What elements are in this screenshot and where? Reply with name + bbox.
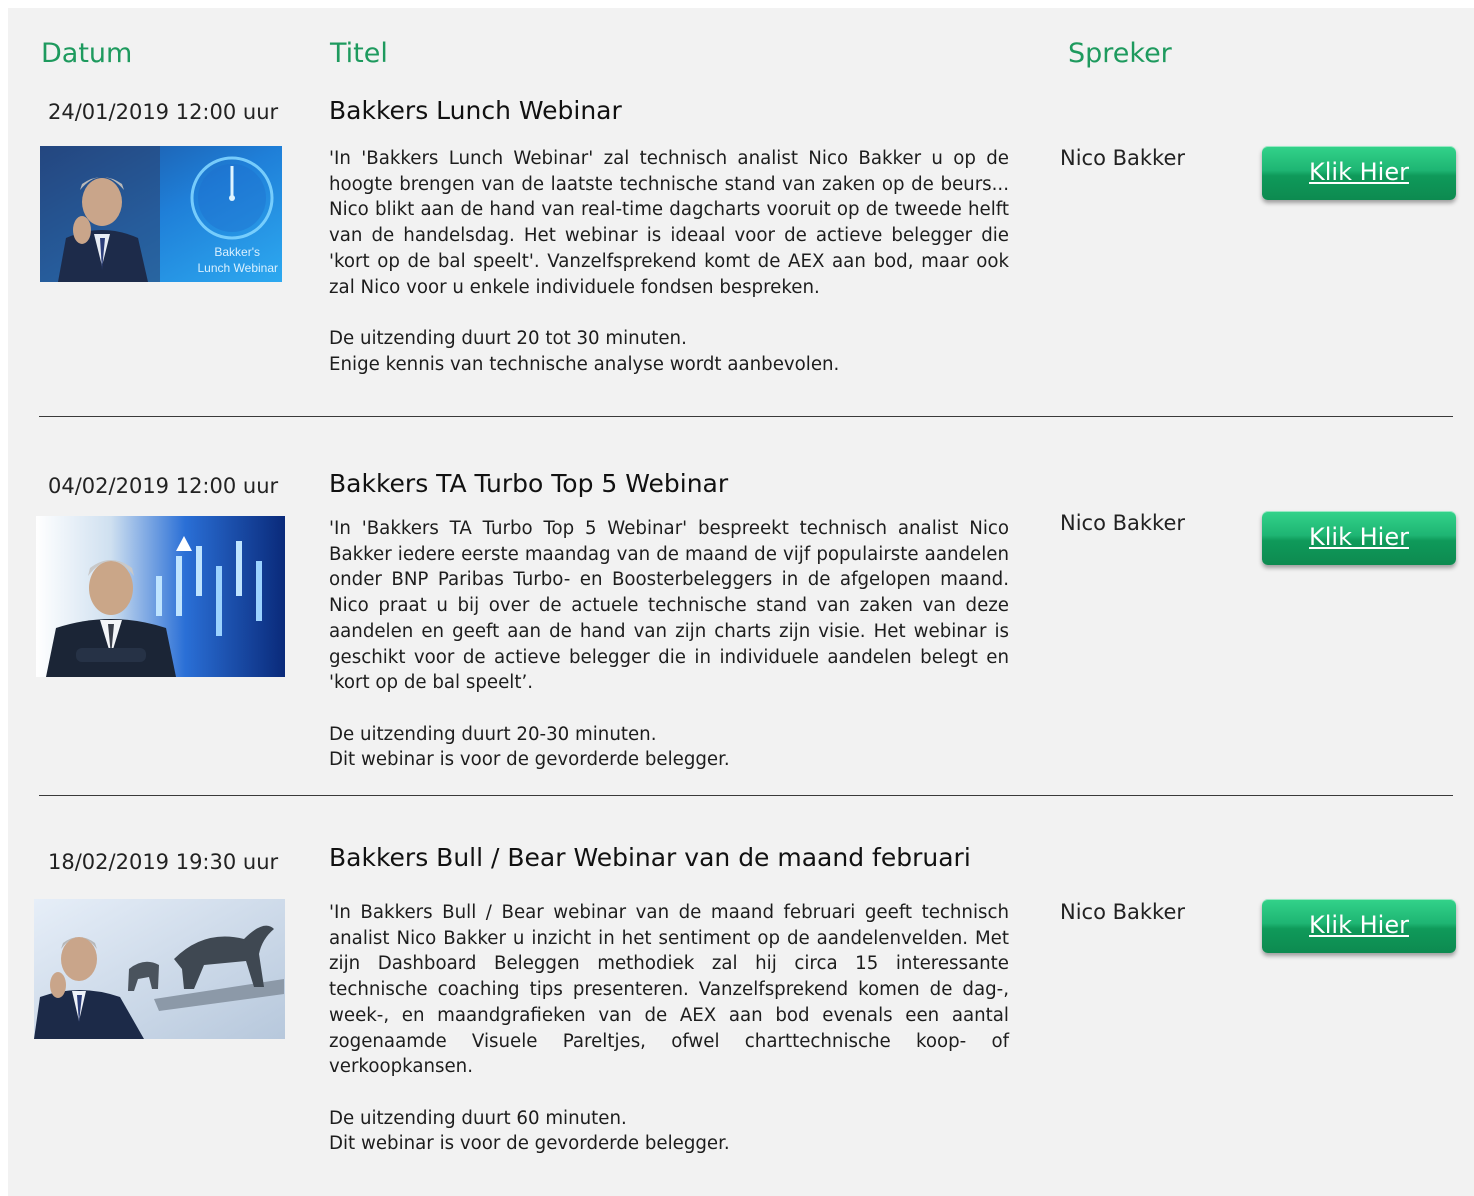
register-button[interactable]: Klik Hier — [1262, 899, 1456, 953]
webinar-level: Dit webinar is voor de gevorderde belegg… — [329, 1133, 730, 1155]
row-divider — [39, 795, 1453, 796]
register-button[interactable]: Klik Hier — [1262, 511, 1456, 565]
webinar-description-block: 'In 'Bakkers Lunch Webinar' zal technisc… — [329, 146, 1009, 377]
webinar-panel: Datum Titel Spreker 24/01/2019 12:00 uur… — [8, 8, 1474, 1196]
thumb-caption-line2: Lunch Webinar — [198, 261, 279, 275]
webinar-description: 'In Bakkers Bull / Bear webinar van de m… — [329, 902, 1009, 1078]
header-title: Titel — [330, 38, 388, 69]
webinar-speaker: Nico Bakker — [1060, 900, 1186, 924]
webinar-duration: De uitzending duurt 60 minuten. — [329, 1107, 627, 1129]
webinar-date: 18/02/2019 19:30 uur — [48, 850, 279, 874]
register-button[interactable]: Klik Hier — [1262, 146, 1456, 200]
header-date: Datum — [41, 38, 133, 69]
webinar-thumbnail-turbo[interactable] — [36, 516, 285, 677]
thumb-caption-line1: Bakker's — [214, 245, 260, 259]
webinar-description: 'In 'Bakkers TA Turbo Top 5 Webinar' bes… — [329, 518, 1009, 694]
webinar-duration: De uitzending duurt 20-30 minuten. — [329, 723, 657, 745]
header-speaker: Spreker — [1068, 38, 1172, 69]
webinar-date: 24/01/2019 12:00 uur — [48, 100, 279, 124]
webinar-speaker: Nico Bakker — [1060, 146, 1186, 170]
webinar-speaker: Nico Bakker — [1060, 511, 1186, 535]
webinar-title: Bakkers Lunch Webinar — [329, 96, 622, 125]
webinar-description-block: 'In Bakkers Bull / Bear webinar van de m… — [329, 900, 1009, 1157]
webinar-date: 04/02/2019 12:00 uur — [48, 474, 279, 498]
webinar-level: Dit webinar is voor de gevorderde belegg… — [329, 749, 730, 771]
webinar-title: Bakkers TA Turbo Top 5 Webinar — [329, 469, 729, 498]
webinar-thumbnail-lunch[interactable]: Bakker's Lunch Webinar — [40, 146, 282, 282]
webinar-title: Bakkers Bull / Bear Webinar van de maand… — [329, 843, 971, 872]
webinar-duration: De uitzending duurt 20 tot 30 minuten. — [329, 327, 687, 349]
webinar-description-block: 'In 'Bakkers TA Turbo Top 5 Webinar' bes… — [329, 516, 1009, 773]
webinar-level: Enige kennis van technische analyse word… — [329, 353, 840, 375]
webinar-description: 'In 'Bakkers Lunch Webinar' zal technisc… — [329, 148, 1009, 298]
webinar-thumbnail-bullbear[interactable] — [34, 899, 285, 1039]
row-divider — [39, 416, 1453, 417]
